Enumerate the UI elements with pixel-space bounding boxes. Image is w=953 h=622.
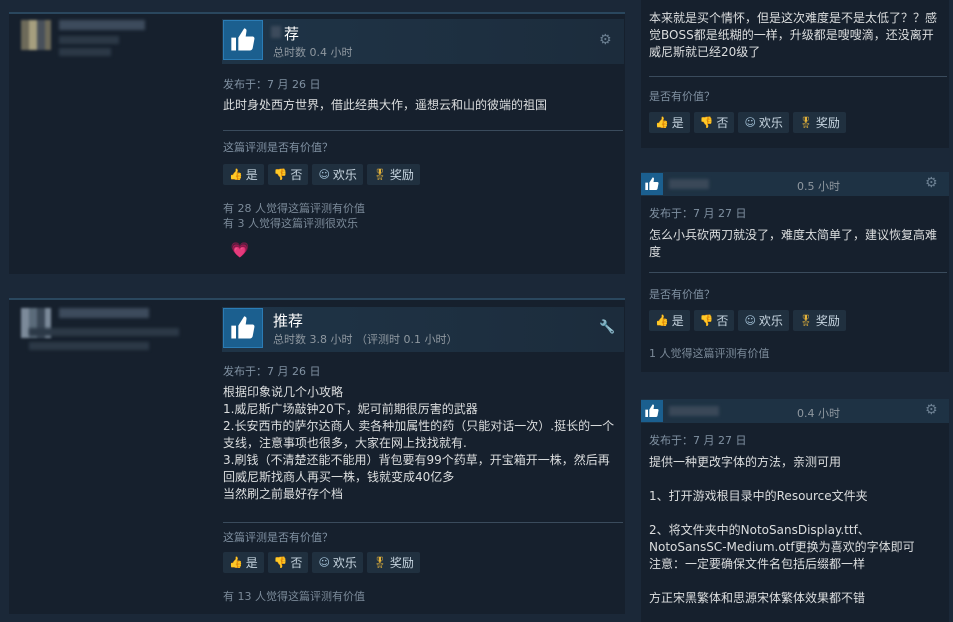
steam-icon: ⚙ (925, 402, 938, 418)
funny-count: 有 3 人觉得这篇评测很欢乐 (223, 217, 358, 230)
smiley-icon: ☺ (744, 116, 756, 129)
author-games-count (29, 328, 179, 336)
vote-no-button[interactable]: 👎 否 (267, 552, 309, 573)
card-top-border (9, 12, 625, 14)
thumbs-up-icon: 👍 (229, 556, 243, 569)
thumbs-up-icon (223, 308, 263, 348)
smiley-icon: ☺ (318, 556, 330, 569)
smiley-icon: ☺ (744, 314, 756, 327)
thumbs-down-icon: 👎 (699, 314, 714, 327)
heart-award-icon[interactable]: 💗 (227, 237, 253, 263)
helpful-question: 是否有价值？ (649, 288, 715, 301)
vote-buttons: 👍 是 👎 否 ☺ 欢乐 🎖 奖励 (223, 164, 420, 185)
thumbs-up-icon (223, 20, 263, 60)
vote-yes-button[interactable]: 👍 是 (649, 310, 690, 331)
thumbs-down-icon: 👎 (273, 556, 288, 569)
smiley-icon: ☺ (318, 168, 330, 181)
helpful-question: 是否有价值？ (649, 90, 715, 103)
thumbs-up-icon (641, 400, 663, 422)
author-name[interactable] (59, 20, 145, 30)
recommendation-blur (271, 26, 281, 38)
recommendation-label: 推荐 (273, 312, 304, 330)
author-name[interactable] (669, 179, 709, 189)
helpful-count: 有 13 人觉得这篇评测有价值 (223, 590, 365, 603)
vote-yes-button[interactable]: 👍 是 (223, 552, 264, 573)
avatar[interactable] (21, 20, 51, 50)
playtime: 总时数 3.8 小时 （评测时 0.1 小时） (273, 333, 458, 346)
award-icon: 🎖 (372, 556, 387, 569)
vote-buttons: 👍 是 👎 否 ☺ 欢乐 🎖 奖励 (649, 310, 846, 331)
review-text: 怎么小兵砍两刀就没了，难度太简单了，建议恢复高难度 (649, 228, 938, 259)
vote-buttons: 👍 是 👎 否 ☺ 欢乐 🎖 奖励 (649, 112, 846, 133)
review-text: 本来就是买个情怀，但是这次难度是不是太低了？？感觉BOSS都是纸糊的一样，升级都… (649, 11, 938, 59)
card-top-border (9, 298, 625, 300)
helpful-count: 有 28 人觉得这篇评测有价值 (223, 202, 365, 215)
author-name[interactable] (59, 308, 149, 318)
thumbs-up-icon (641, 173, 663, 195)
vote-funny-button[interactable]: ☺ 欢乐 (738, 310, 789, 331)
helpful-question: 这篇评测是否有价值？ (223, 531, 333, 544)
award-icon: 🎖 (798, 314, 813, 327)
side-review-card-3: 0.4 小时 ⚙ 发布于：7 月 27 日 提供一种更改字体的方法，亲测可用 1… (641, 399, 949, 622)
award-icon: 🎖 (372, 168, 387, 181)
vote-funny-button[interactable]: ☺ 欢乐 (312, 164, 363, 185)
award-icon: 🎖 (798, 116, 813, 129)
vote-no-button[interactable]: 👎 否 (267, 164, 309, 185)
vote-yes-button[interactable]: 👍 是 (649, 112, 690, 133)
vote-yes-button[interactable]: 👍 是 (223, 164, 264, 185)
review-card-1: 荐 总时数 0.4 小时 ⚙ 发布于：7 月 26 日 此时身处西方世界，借此经… (9, 12, 625, 274)
thumbs-down-icon: 👎 (699, 116, 714, 129)
award-button[interactable]: 🎖 奖励 (366, 552, 420, 573)
steam-icon: ⚙ (925, 175, 938, 191)
review-card-2: 推荐 总时数 3.8 小时 （评测时 0.1 小时） 🔧 发布于：7 月 26 … (9, 298, 625, 614)
posted-date: 发布于：7 月 26 日 (223, 78, 321, 91)
steam-icon: ⚙ (599, 32, 612, 48)
side-review-card-1: 本来就是买个情怀，但是这次难度是不是太低了？？感觉BOSS都是纸糊的一样，升级都… (641, 0, 949, 148)
side-review-card-2: 0.5 小时 ⚙ 发布于：7 月 27 日 怎么小兵砍两刀就没了，难度太简单了，… (641, 172, 949, 372)
vote-buttons: 👍 是 👎 否 ☺ 欢乐 🎖 奖励 (223, 552, 420, 573)
author-games-count (59, 36, 119, 44)
award-button[interactable]: 🎖 奖励 (366, 164, 420, 185)
vote-no-button[interactable]: 👎 否 (693, 112, 735, 133)
vote-funny-button[interactable]: ☺ 欢乐 (312, 552, 363, 573)
helpful-question: 这篇评测是否有价值？ (223, 141, 333, 154)
playtime: 0.5 小时 (797, 180, 840, 193)
helpful-count: 1 人觉得这篇评测有价值 (649, 347, 770, 360)
thumbs-up-icon: 👍 (229, 168, 243, 181)
thumbs-down-icon: 👎 (273, 168, 288, 181)
vote-funny-button[interactable]: ☺ 欢乐 (738, 112, 789, 133)
playtime: 总时数 0.4 小时 (273, 46, 353, 59)
divider (649, 76, 947, 77)
review-text: 根据印象说几个小攻略 1.威尼斯广场敲钟20下，妮可前期很厉害的武器 2.长安西… (223, 385, 615, 501)
posted-date: 发布于：7 月 26 日 (223, 365, 321, 378)
posted-date: 发布于：7 月 27 日 (649, 207, 747, 220)
playtime: 0.4 小时 (797, 407, 840, 420)
thumbs-up-icon: 👍 (655, 116, 669, 129)
author-name[interactable] (669, 406, 719, 416)
vote-no-button[interactable]: 👎 否 (693, 310, 735, 331)
author-reviews-count (59, 48, 111, 56)
divider (649, 272, 947, 273)
wrench-icon: 🔧 (599, 320, 616, 335)
review-text: 提供一种更改字体的方法，亲测可用 1、打开游戏根目录中的Resource文件夹 … (649, 455, 915, 605)
posted-date: 发布于：7 月 27 日 (649, 434, 747, 447)
recommendation-label: 荐 (284, 25, 300, 43)
author-reviews-count (29, 342, 149, 350)
award-button[interactable]: 🎖 奖励 (792, 310, 846, 331)
award-button[interactable]: 🎖 奖励 (792, 112, 846, 133)
divider (223, 522, 623, 523)
review-text: 此时身处西方世界，借此经典大作，遥想云和山的彼端的祖国 (223, 98, 548, 112)
thumbs-up-icon: 👍 (655, 314, 669, 327)
divider (223, 130, 623, 131)
